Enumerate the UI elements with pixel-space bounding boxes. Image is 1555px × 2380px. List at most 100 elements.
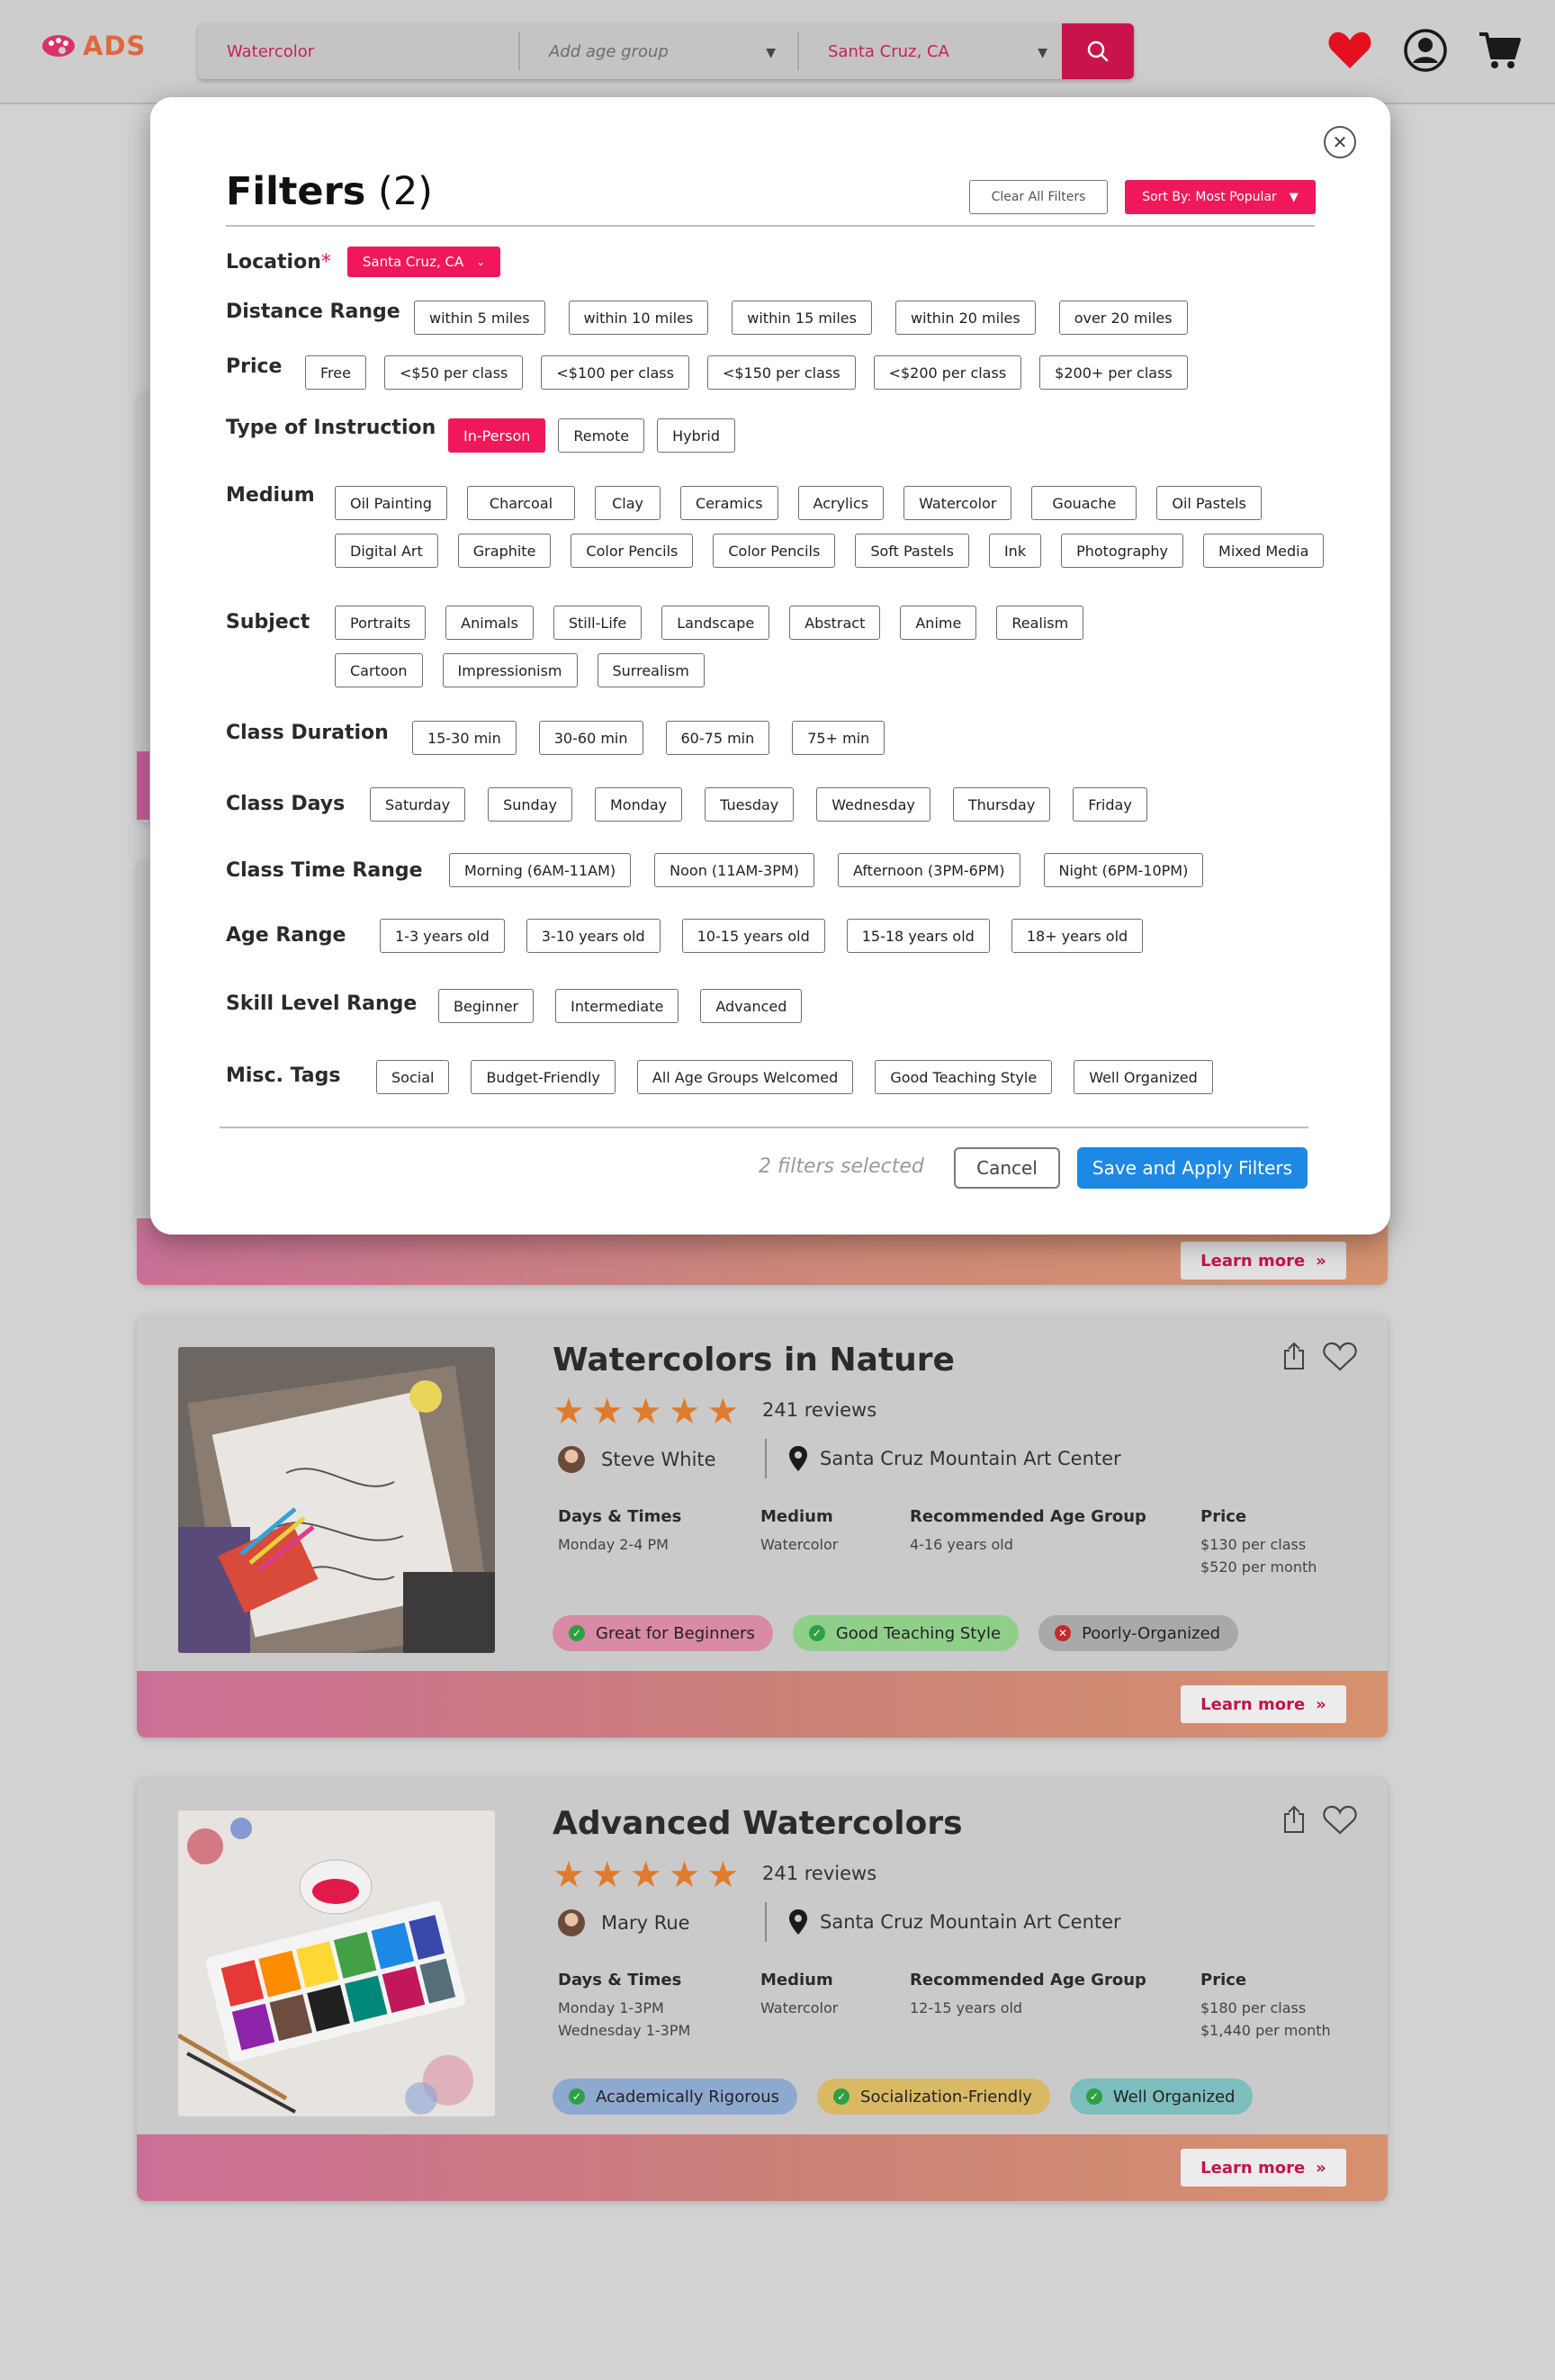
filter-chip[interactable]: Good Teaching Style — [875, 1060, 1053, 1094]
heart-outline-icon[interactable] — [1323, 1342, 1357, 1376]
age-group-select[interactable]: Add age group ▼ — [520, 32, 799, 70]
search-button[interactable] — [1062, 23, 1134, 79]
filter-chip[interactable]: Night (6PM-10PM) — [1043, 853, 1204, 887]
share-icon[interactable] — [1281, 1342, 1307, 1374]
filter-chip[interactable]: Gouache — [1031, 486, 1137, 520]
filter-chip[interactable]: 3-10 years old — [526, 919, 661, 953]
filter-chip[interactable]: Well Organized — [1074, 1060, 1213, 1094]
filter-chip[interactable]: <$50 per class — [383, 355, 524, 390]
clear-all-filters-button[interactable]: Clear All Filters — [969, 180, 1108, 214]
filter-chip[interactable]: Surrealism — [597, 653, 705, 687]
filter-chip[interactable]: Budget-Friendly — [471, 1060, 616, 1094]
filter-chip[interactable]: Ink — [988, 534, 1042, 568]
listing-card[interactable]: Advanced Watercolors ★ ★ ★ ★ ★ 241 reviews M… — [137, 1778, 1388, 2201]
filter-chip[interactable]: within 10 miles — [568, 301, 709, 335]
filter-chip[interactable]: 15-18 years old — [846, 919, 990, 953]
filter-chip[interactable]: over 20 miles — [1058, 301, 1188, 335]
filter-chip[interactable]: within 20 miles — [894, 301, 1036, 335]
filter-chip[interactable]: <$100 per class — [541, 355, 689, 390]
filter-chip[interactable]: Intermediate — [555, 989, 679, 1023]
learn-more-button[interactable]: Learn more » — [1181, 1685, 1346, 1723]
learn-more-button[interactable]: Learn more » — [1181, 1242, 1346, 1280]
filter-chip[interactable]: Abstract — [789, 606, 881, 640]
sort-dropdown[interactable]: Sort By: Most Popular ▼ — [1125, 180, 1316, 214]
cancel-button[interactable]: Cancel — [954, 1147, 1060, 1189]
save-and-apply-button[interactable]: Save and Apply Filters — [1077, 1147, 1308, 1189]
filter-chip[interactable]: Noon (11AM-3PM) — [654, 853, 814, 887]
filter-chip[interactable]: Charcoal — [466, 486, 576, 520]
filter-chip[interactable]: Photography — [1061, 534, 1184, 568]
location-select[interactable]: Santa Cruz, CA ▼ — [799, 32, 1069, 70]
filter-chip[interactable]: 75+ min — [792, 721, 885, 755]
filter-chip[interactable]: 10-15 years old — [681, 919, 825, 953]
filter-chip[interactable]: Watercolor — [903, 486, 1012, 520]
class-title[interactable]: Watercolors in Nature — [553, 1342, 955, 1379]
filter-chip[interactable]: Soft Pastels — [855, 534, 969, 568]
filter-chip[interactable]: Color Pencils — [713, 534, 836, 568]
filter-chip[interactable]: <$200 per class — [873, 355, 1022, 390]
filter-chip[interactable]: Wednesday — [816, 787, 930, 822]
search-input[interactable]: Watercolor — [198, 32, 520, 70]
filter-chip[interactable]: Social — [376, 1060, 450, 1094]
filter-chip[interactable]: Free — [305, 355, 366, 390]
filter-chip[interactable]: 1-3 years old — [380, 919, 505, 953]
filter-chip[interactable]: Beginner — [438, 989, 535, 1023]
filter-chip[interactable]: Hybrid — [657, 418, 735, 453]
venue[interactable]: Santa Cruz Mountain Art Center — [789, 1909, 1121, 1935]
filter-chip[interactable]: 30-60 min — [538, 721, 643, 755]
filter-chip[interactable]: 60-75 min — [665, 721, 770, 755]
filter-chip[interactable]: 15-30 min — [412, 721, 517, 755]
close-icon[interactable]: ✕ — [1324, 126, 1356, 158]
filter-chip[interactable]: Portraits — [335, 606, 427, 640]
filter-chip[interactable]: Oil Pastels — [1156, 486, 1262, 520]
heart-outline-icon[interactable] — [1323, 1805, 1357, 1839]
class-title[interactable]: Advanced Watercolors — [553, 1805, 963, 1842]
filter-chip[interactable]: Mixed Media — [1203, 534, 1325, 568]
filter-chip[interactable]: 18+ years old — [1011, 919, 1144, 953]
filter-chip[interactable]: Advanced — [700, 989, 803, 1023]
filter-chip[interactable]: Anime — [900, 606, 977, 640]
filter-chip[interactable]: Morning (6AM-11AM) — [449, 853, 632, 887]
filter-chip[interactable]: Clay — [595, 486, 661, 520]
review-count[interactable]: 241 reviews — [762, 1863, 876, 1884]
filter-chip[interactable]: Still-Life — [553, 606, 643, 640]
filter-chip[interactable]: Tuesday — [705, 787, 795, 822]
filter-chip[interactable]: Sunday — [488, 787, 572, 822]
filter-chip[interactable]: Impressionism — [442, 653, 578, 687]
filter-chip[interactable]: Animals — [445, 606, 534, 640]
filter-chip[interactable]: Cartoon — [335, 653, 423, 687]
filter-chip[interactable]: Ceramics — [679, 486, 778, 520]
cart-icon[interactable] — [1476, 27, 1523, 74]
filter-chip[interactable]: All Age Groups Welcomed — [636, 1060, 854, 1094]
listing-card[interactable]: Watercolors in Nature ★ ★ ★ ★ ★ 241 reviews … — [137, 1315, 1388, 1738]
account-icon[interactable] — [1402, 27, 1449, 74]
column-heading: Medium — [760, 1507, 833, 1526]
filter-chip[interactable]: Graphite — [457, 534, 552, 568]
location-chip[interactable]: Santa Cruz, CA ⌄ — [346, 247, 501, 277]
filter-chip[interactable]: Saturday — [370, 787, 466, 822]
filter-chip[interactable]: $200+ per class — [1039, 355, 1188, 390]
filter-chip[interactable]: Color Pencils — [571, 534, 694, 568]
instructor[interactable]: Steve White — [558, 1446, 716, 1473]
filter-chip[interactable]: Acrylics — [797, 486, 885, 520]
venue[interactable]: Santa Cruz Mountain Art Center — [789, 1446, 1121, 1471]
filter-chip[interactable]: within 5 miles — [414, 301, 545, 335]
filter-chip[interactable]: Realism — [996, 606, 1084, 640]
share-icon[interactable] — [1281, 1805, 1307, 1837]
filter-chip[interactable]: within 15 miles — [732, 301, 872, 335]
learn-more-button[interactable]: Learn more » — [1181, 2149, 1346, 2187]
filter-chip[interactable]: <$150 per class — [706, 355, 856, 390]
filter-chip[interactable]: Monday — [594, 787, 683, 822]
filter-chip[interactable]: Friday — [1073, 787, 1147, 822]
filter-chip[interactable]: Oil Painting — [335, 486, 447, 520]
review-count[interactable]: 241 reviews — [762, 1399, 876, 1421]
filter-chip[interactable]: Landscape — [661, 606, 770, 640]
filter-chip-selected[interactable]: In-Person — [448, 418, 546, 453]
filter-chip[interactable]: Digital Art — [335, 534, 438, 568]
instructor[interactable]: Mary Rue — [558, 1909, 690, 1936]
logo[interactable]: ADS — [41, 31, 146, 61]
filter-chip[interactable]: Afternoon (3PM-6PM) — [837, 853, 1020, 887]
favorites-heart-icon[interactable] — [1326, 27, 1373, 74]
filter-chip[interactable]: Thursday — [952, 787, 1051, 822]
filter-chip[interactable]: Remote — [558, 418, 645, 453]
